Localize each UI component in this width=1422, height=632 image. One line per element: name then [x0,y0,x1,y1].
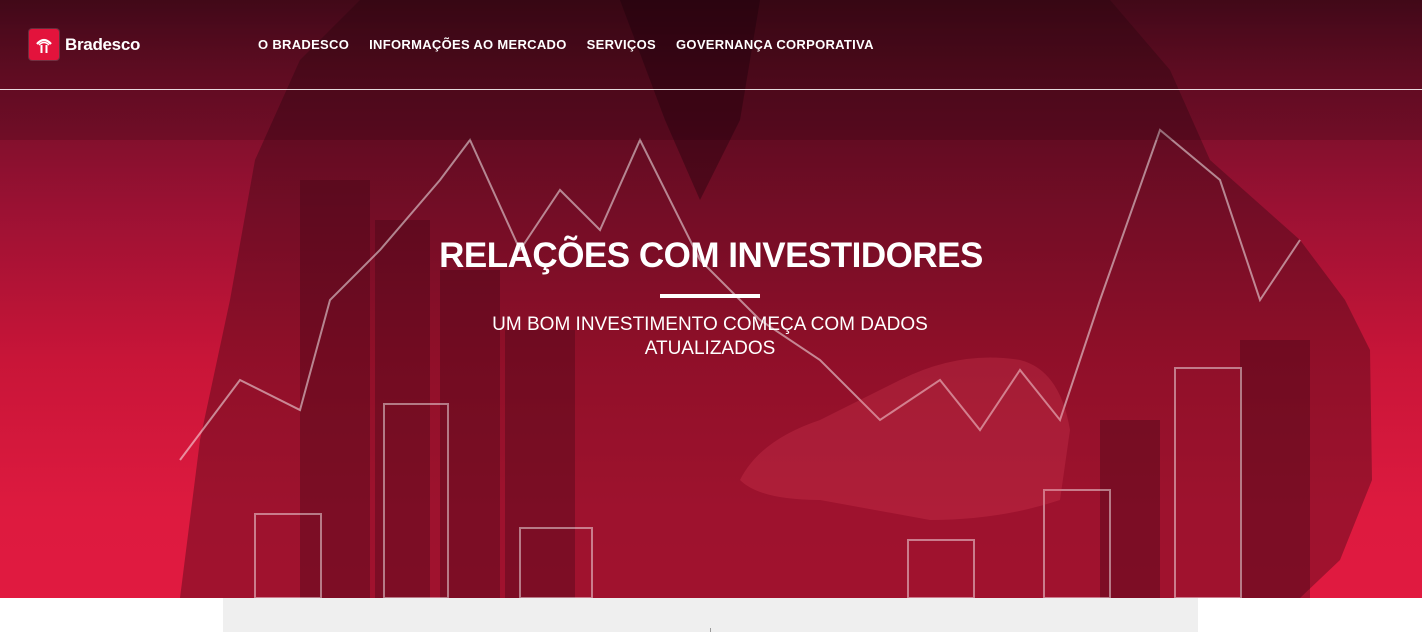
nav-item-informacoes-ao-mercado[interactable]: INFORMAÇÕES AO MERCADO [369,37,567,52]
nav-item-governanca-corporativa[interactable]: GOVERNANÇA CORPORATIVA [676,37,874,52]
page-subtitle: UM BOM INVESTIMENTO COMEÇA COM DADOS ATU… [492,314,928,359]
nav-item-servicos[interactable]: SERVIÇOS [587,37,656,52]
title-underline [660,294,760,298]
hero-banner: Bradesco O BRADESCO INFORMAÇÕES AO MERCA… [0,0,1422,598]
panel-divider [710,628,711,632]
site-header: Bradesco O BRADESCO INFORMAÇÕES AO MERCA… [0,0,1422,90]
main-nav: O BRADESCO INFORMAÇÕES AO MERCADO SERVIÇ… [258,37,874,52]
bradesco-logo-icon [29,29,59,60]
bradesco-logo[interactable]: Bradesco [29,29,140,60]
nav-item-o-bradesco[interactable]: O BRADESCO [258,37,349,52]
content-panel [223,598,1198,632]
page-title: RELAÇÕES COM INVESTIDORES [439,236,983,275]
brand-name: Bradesco [65,34,141,54]
